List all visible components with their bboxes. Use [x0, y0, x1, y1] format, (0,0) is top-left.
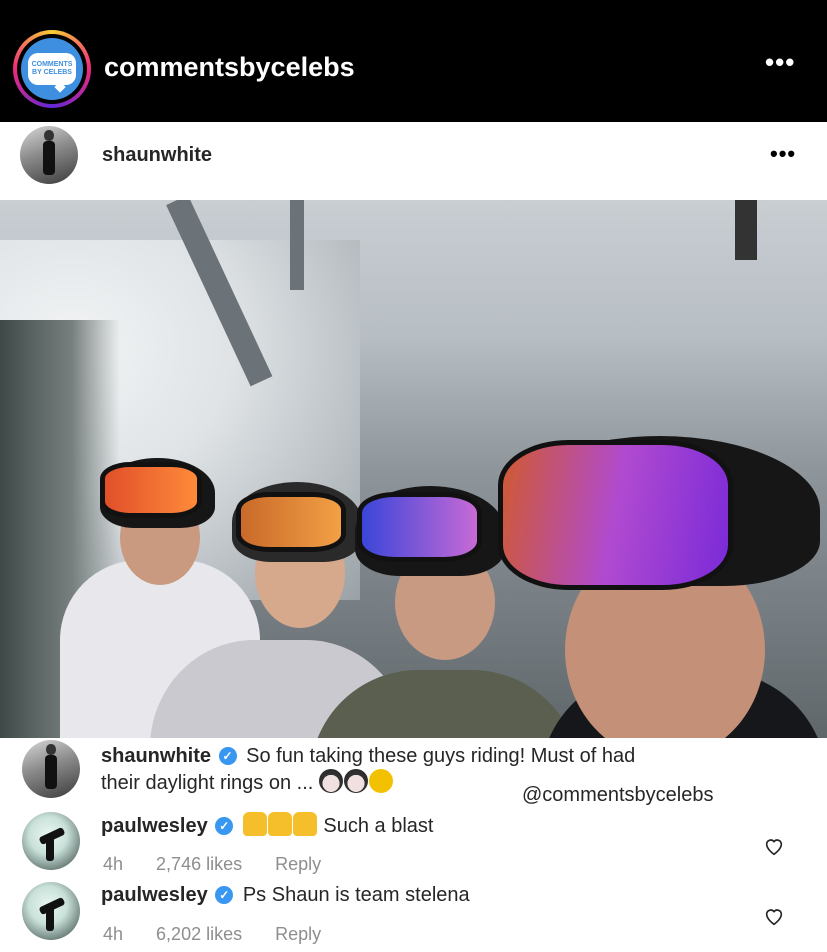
account-avatar[interactable]: COMMENTS BY CELEBS: [21, 38, 83, 100]
comment-likes[interactable]: 2,746 likes: [156, 854, 242, 874]
shaunwhite-avatar[interactable]: [20, 126, 78, 184]
ski-lift-selfie-image: [0, 200, 827, 738]
comment-text: Ps Shaun is team stelena: [242, 884, 470, 906]
comment-3: paulwesley ✓ Ps Shaun is team stelena: [101, 882, 470, 908]
verified-badge-icon: ✓: [215, 817, 234, 835]
comment-text: Such a blast: [323, 815, 434, 837]
comment-meta: 4h 6,202 likes Reply: [103, 924, 349, 945]
comment-username[interactable]: shaunwhite: [101, 745, 211, 767]
comment-time: 4h: [103, 924, 124, 944]
raising-hands-emoji-icon: [242, 812, 267, 836]
account-username[interactable]: commentsbycelebs: [104, 52, 355, 83]
thinking-emoji-icon: [368, 769, 393, 793]
reply-button[interactable]: Reply: [275, 854, 321, 874]
story-ring[interactable]: COMMENTS BY CELEBS: [13, 30, 91, 108]
more-dots-icon[interactable]: •••: [765, 49, 795, 75]
comment-meta: 4h 2,746 likes Reply: [103, 854, 349, 875]
shaunwhite-avatar[interactable]: [22, 740, 80, 798]
verified-badge-icon: ✓: [218, 747, 237, 765]
heart-icon[interactable]: [763, 835, 785, 857]
raising-hands-emoji-icon: [267, 812, 292, 836]
more-dots-icon[interactable]: •••: [770, 143, 796, 165]
raising-hands-emoji-icon: [292, 812, 317, 836]
reply-button[interactable]: Reply: [275, 924, 321, 944]
heart-icon[interactable]: [763, 905, 785, 927]
post-header: shaunwhite •••: [0, 122, 827, 200]
comments-by-celebs-logo: COMMENTS BY CELEBS: [28, 53, 76, 85]
account-header-bar: COMMENTS BY CELEBS commentsbycelebs •••: [0, 0, 827, 122]
post-username[interactable]: shaunwhite: [102, 144, 212, 167]
watermark: @commentsbycelebs: [522, 784, 714, 806]
comment-username[interactable]: paulwesley: [101, 815, 208, 837]
verified-badge-icon: ✓: [215, 886, 234, 904]
paulwesley-avatar[interactable]: [22, 882, 80, 940]
comment-text: their daylight rings on ...: [101, 772, 314, 794]
comment-username[interactable]: paulwesley: [101, 884, 208, 906]
comment-likes[interactable]: 6,202 likes: [156, 924, 242, 944]
paulwesley-avatar[interactable]: [22, 812, 80, 870]
comments-section: shaunwhite ✓ So fun taking these guys ri…: [0, 738, 827, 952]
comment-2: paulwesley ✓ Such a blast: [101, 812, 433, 839]
vampire-emoji-icon: [343, 769, 368, 793]
comment-time: 4h: [103, 854, 124, 874]
comment-text: So fun taking these guys riding! Must of…: [246, 745, 636, 767]
vampire-emoji-icon: [318, 769, 343, 793]
